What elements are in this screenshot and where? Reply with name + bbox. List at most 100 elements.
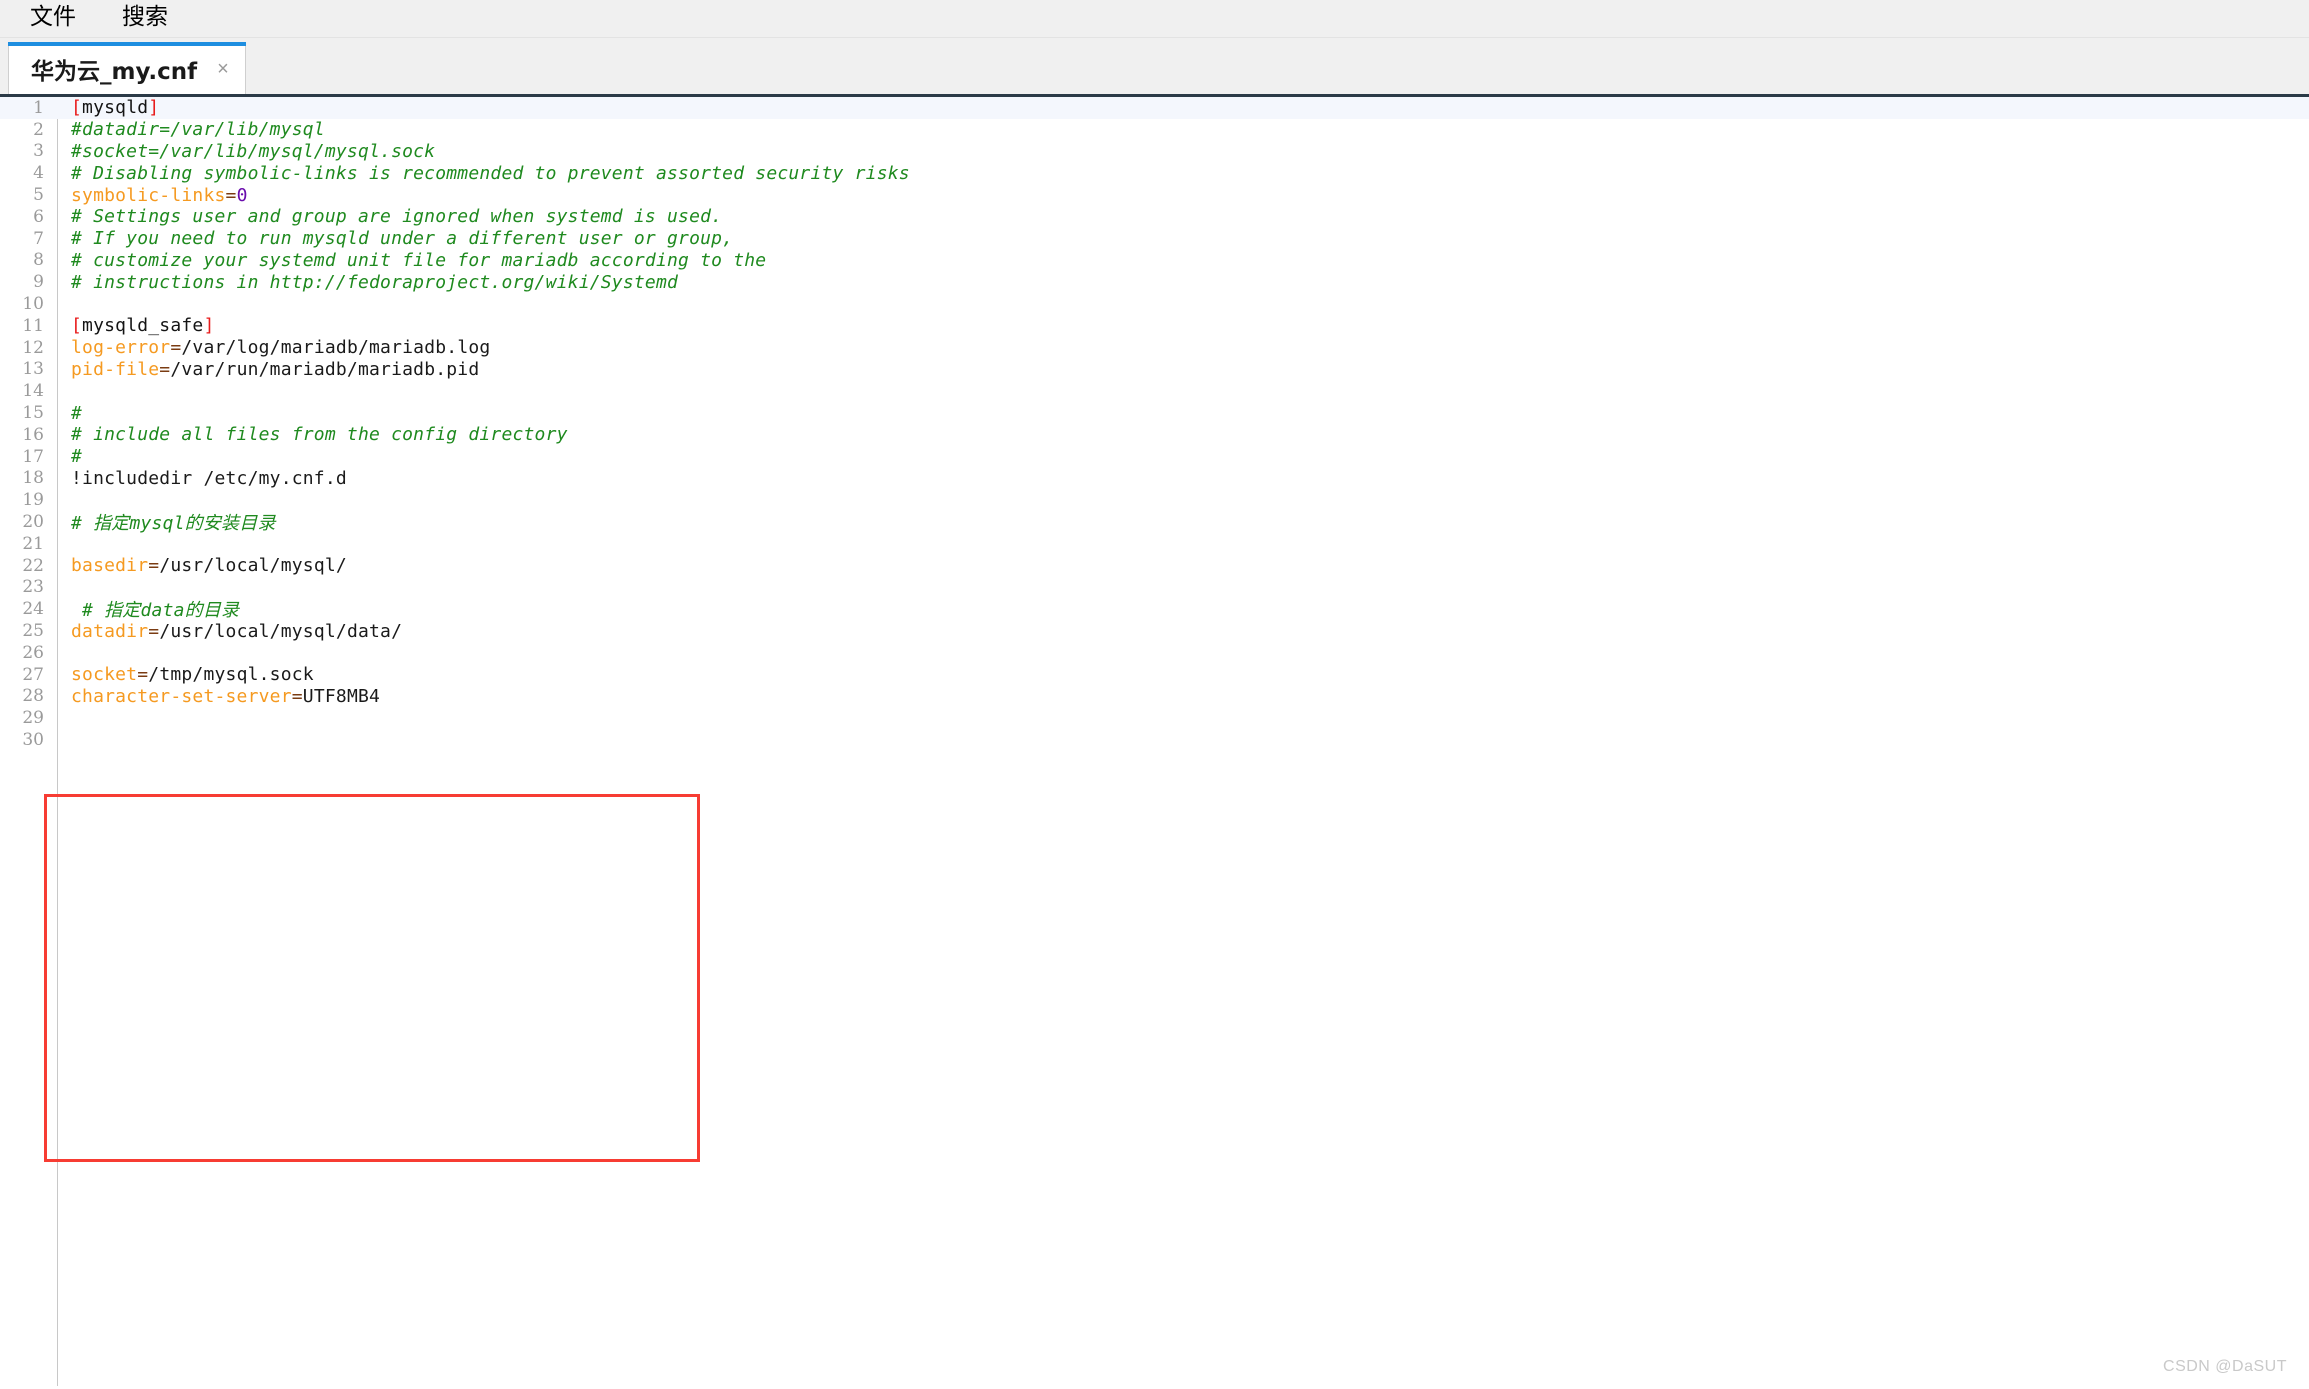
token-key: basedir: [71, 555, 149, 577]
code-line[interactable]: 3 #socket=/var/lib/mysql/mysql.sock: [0, 141, 2309, 163]
code-line[interactable]: 27 socket=/tmp/mysql.sock: [0, 664, 2309, 686]
code-text: [mysqld]: [54, 97, 2309, 118]
code-line[interactable]: 16 # include all files from the config di…: [0, 424, 2309, 446]
token-comment: # 指定data的目录: [71, 600, 240, 622]
code-line[interactable]: 1 [mysqld]: [0, 97, 2309, 119]
token-eq: =: [148, 620, 160, 642]
token-key: symbolic-links: [71, 184, 226, 206]
token-eq: =: [225, 184, 237, 206]
token-key: log-error: [71, 337, 171, 359]
tab-huaweiyun-my-cnf[interactable]: 华为云_my.cnf ×: [7, 42, 246, 94]
code-line[interactable]: 11 [mysqld_safe]: [0, 315, 2309, 337]
line-number: 15: [22, 403, 44, 424]
line-number: 5: [33, 185, 44, 206]
line-number: 2: [33, 119, 44, 140]
token-comment: # Disabling symbolic-links is recommende…: [71, 162, 910, 184]
code-line[interactable]: 26: [0, 642, 2309, 664]
code-line[interactable]: 19: [0, 489, 2309, 511]
token-comment: #: [71, 446, 83, 468]
line-number: 4: [33, 163, 44, 184]
code-editor[interactable]: 1 [mysqld] 2 #datadir=/var/lib/mysql 3 #socke…: [0, 97, 2309, 1386]
code-line[interactable]: 5 symbolic-links=0: [0, 184, 2309, 206]
token-comment: # customize your systemd unit file for m…: [71, 249, 767, 271]
token-eq: =: [148, 555, 160, 577]
code-line[interactable]: 6 # Settings user and group are ignored w…: [0, 206, 2309, 228]
code-line[interactable]: 12 log-error=/var/log/mariadb/mariadb.log: [0, 337, 2309, 359]
code-line[interactable]: 14: [0, 380, 2309, 402]
code-line[interactable]: 21: [0, 533, 2309, 555]
line-number: 8: [33, 250, 44, 271]
token-val: UTF8MB4: [302, 685, 381, 707]
line-number: 18: [22, 468, 44, 489]
line-number: 30: [22, 730, 44, 750]
token-comment: #datadir=/var/lib/mysql: [71, 119, 325, 141]
code-line[interactable]: 13 pid-file=/var/run/mariadb/mariadb.pid: [0, 359, 2309, 381]
code-text: # Disabling symbolic-links is recommende…: [54, 163, 2309, 184]
code-text: # Settings user and group are ignored wh…: [54, 206, 2309, 227]
code-text: #: [54, 446, 2309, 467]
token-sect: mysqld: [82, 97, 149, 119]
code-line[interactable]: 29: [0, 707, 2309, 729]
code-line[interactable]: 30: [0, 729, 2309, 751]
code-line[interactable]: 15 #: [0, 402, 2309, 424]
line-number: 12: [22, 337, 44, 358]
line-number: 19: [22, 490, 44, 511]
code-line[interactable]: 2 #datadir=/var/lib/mysql: [0, 119, 2309, 141]
code-line[interactable]: 7 # If you need to run mysqld under a dif…: [0, 228, 2309, 250]
line-number: 10: [22, 294, 44, 315]
close-icon[interactable]: ×: [217, 59, 229, 79]
line-number: 7: [33, 228, 44, 249]
token-eq: =: [137, 664, 149, 686]
tab-label: 华为云_my.cnf: [31, 58, 198, 85]
code-text: !includedir /etc/my.cnf.d: [54, 468, 2309, 489]
code-text: socket=/tmp/mysql.sock: [54, 664, 2309, 685]
code-text: [mysqld_safe]: [54, 315, 2309, 336]
token-val: /usr/local/mysql/: [159, 555, 347, 577]
code-line[interactable]: 8 # customize your systemd unit file for …: [0, 250, 2309, 272]
token-key: pid-file: [71, 358, 160, 380]
code-text: pid-file=/var/run/mariadb/mariadb.pid: [54, 359, 2309, 380]
token-brk: ]: [148, 97, 160, 119]
code-text: # include all files from the config dire…: [54, 424, 2309, 445]
line-number: 26: [22, 642, 44, 663]
code-line[interactable]: 18 !includedir /etc/my.cnf.d: [0, 468, 2309, 490]
code-lines-container[interactable]: 1 [mysqld] 2 #datadir=/var/lib/mysql 3 #socke…: [0, 97, 2309, 1386]
code-text: basedir=/usr/local/mysql/: [54, 555, 2309, 576]
code-text: # instructions in http://fedoraproject.o…: [54, 272, 2309, 293]
code-text: #socket=/var/lib/mysql/mysql.sock: [54, 141, 2309, 162]
code-line[interactable]: 9 # instructions in http://fedoraproject.…: [0, 271, 2309, 293]
token-comment: # include all files from the config dire…: [71, 424, 568, 446]
line-number: 14: [22, 381, 44, 402]
code-line[interactable]: 25 datadir=/usr/local/mysql/data/: [0, 620, 2309, 642]
code-line[interactable]: 22 basedir=/usr/local/mysql/: [0, 555, 2309, 577]
code-line[interactable]: 24 # 指定data的目录: [0, 596, 2309, 622]
code-text: # 指定data的目录: [54, 596, 2309, 622]
line-number: 17: [22, 446, 44, 467]
token-brk: ]: [203, 315, 215, 337]
menu-item-search[interactable]: 搜索: [106, 4, 184, 33]
line-number: 24: [22, 599, 44, 620]
line-number: 13: [22, 359, 44, 380]
token-key: character-set-server: [71, 685, 292, 707]
code-line[interactable]: 4 # Disabling symbolic-links is recommend…: [0, 162, 2309, 184]
code-line[interactable]: 17 #: [0, 446, 2309, 468]
token-comment: #socket=/var/lib/mysql/mysql.sock: [71, 140, 436, 162]
menu-item-file[interactable]: 文件: [14, 4, 92, 33]
token-comment: #: [71, 402, 83, 424]
code-line[interactable]: 28 character-set-server=UTF8MB4: [0, 686, 2309, 708]
token-val: /tmp/mysql.sock: [148, 664, 314, 686]
token-eq: =: [170, 337, 182, 359]
code-line[interactable]: 10: [0, 293, 2309, 315]
line-number: 1: [33, 97, 44, 118]
code-text: #: [54, 403, 2309, 424]
code-line[interactable]: 20 # 指定mysql的安装目录: [0, 511, 2309, 534]
token-comment: # Settings user and group are ignored wh…: [71, 206, 723, 228]
code-text: #datadir=/var/lib/mysql: [54, 119, 2309, 140]
code-line[interactable]: 23: [0, 577, 2309, 599]
